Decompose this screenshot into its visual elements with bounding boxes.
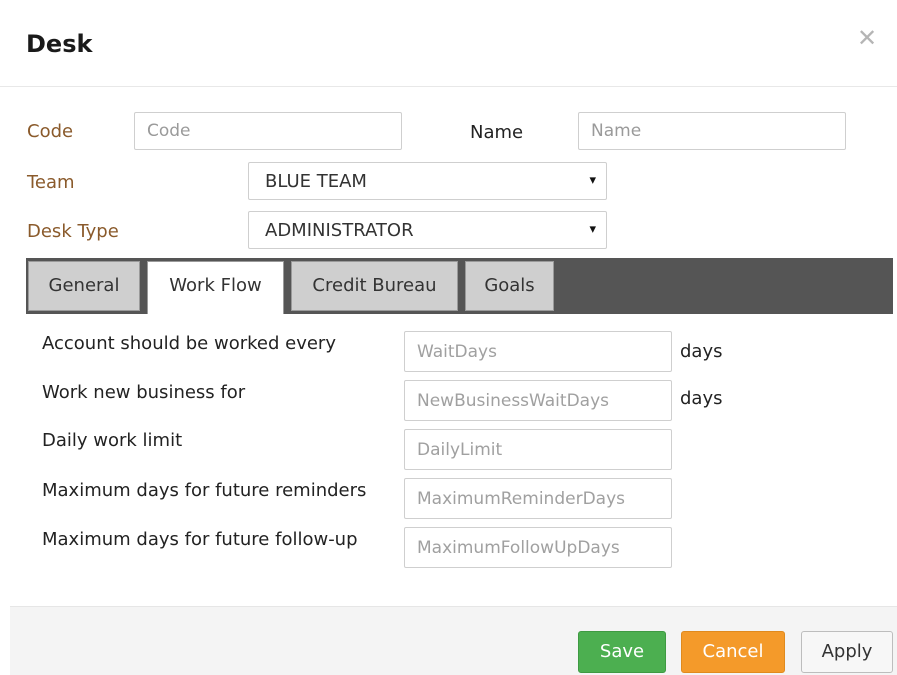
daily-limit-input[interactable]: [404, 429, 672, 470]
wait-days-input[interactable]: [404, 331, 672, 372]
tab-general[interactable]: General: [28, 261, 140, 311]
tab-work-flow[interactable]: Work Flow: [147, 261, 284, 314]
desk-type-select-value: ADMINISTRATOR: [265, 220, 414, 241]
wait-days-label: Account should be worked every: [42, 333, 336, 354]
daily-limit-label: Daily work limit: [42, 430, 183, 451]
max-reminder-input[interactable]: [404, 478, 672, 519]
close-icon[interactable]: ✕: [855, 26, 879, 50]
apply-button[interactable]: Apply: [801, 631, 893, 673]
wait-days-unit: days: [680, 341, 723, 362]
tab-credit-bureau[interactable]: Credit Bureau: [291, 261, 458, 311]
chevron-down-icon: ▾: [589, 173, 596, 188]
new-business-unit: days: [680, 388, 723, 409]
name-input[interactable]: [578, 112, 846, 150]
tab-goals[interactable]: Goals: [465, 261, 554, 311]
tab-bar: General Work Flow Credit Bureau Goals: [26, 258, 893, 314]
save-button[interactable]: Save: [578, 631, 666, 673]
desk-type-select[interactable]: ADMINISTRATOR ▾: [248, 211, 607, 249]
code-input[interactable]: [134, 112, 402, 150]
desk-dialog: Desk ✕ Code Name Team BLUE TEAM ▾ Desk T…: [0, 0, 897, 675]
max-reminder-label: Maximum days for future reminders: [42, 480, 367, 501]
dialog-header: Desk ✕: [0, 0, 897, 87]
max-followup-label: Maximum days for future follow-up: [42, 529, 358, 550]
max-followup-input[interactable]: [404, 527, 672, 568]
team-label: Team: [27, 172, 75, 193]
dialog-title: Desk: [26, 30, 93, 58]
team-select-value: BLUE TEAM: [265, 171, 367, 192]
chevron-down-icon: ▾: [589, 222, 596, 237]
name-label: Name: [470, 122, 524, 143]
cancel-button[interactable]: Cancel: [681, 631, 785, 673]
team-select[interactable]: BLUE TEAM ▾: [248, 162, 607, 200]
desk-type-label: Desk Type: [27, 221, 119, 242]
new-business-label: Work new business for: [42, 382, 246, 403]
code-label: Code: [27, 121, 74, 142]
new-business-input[interactable]: [404, 380, 672, 421]
